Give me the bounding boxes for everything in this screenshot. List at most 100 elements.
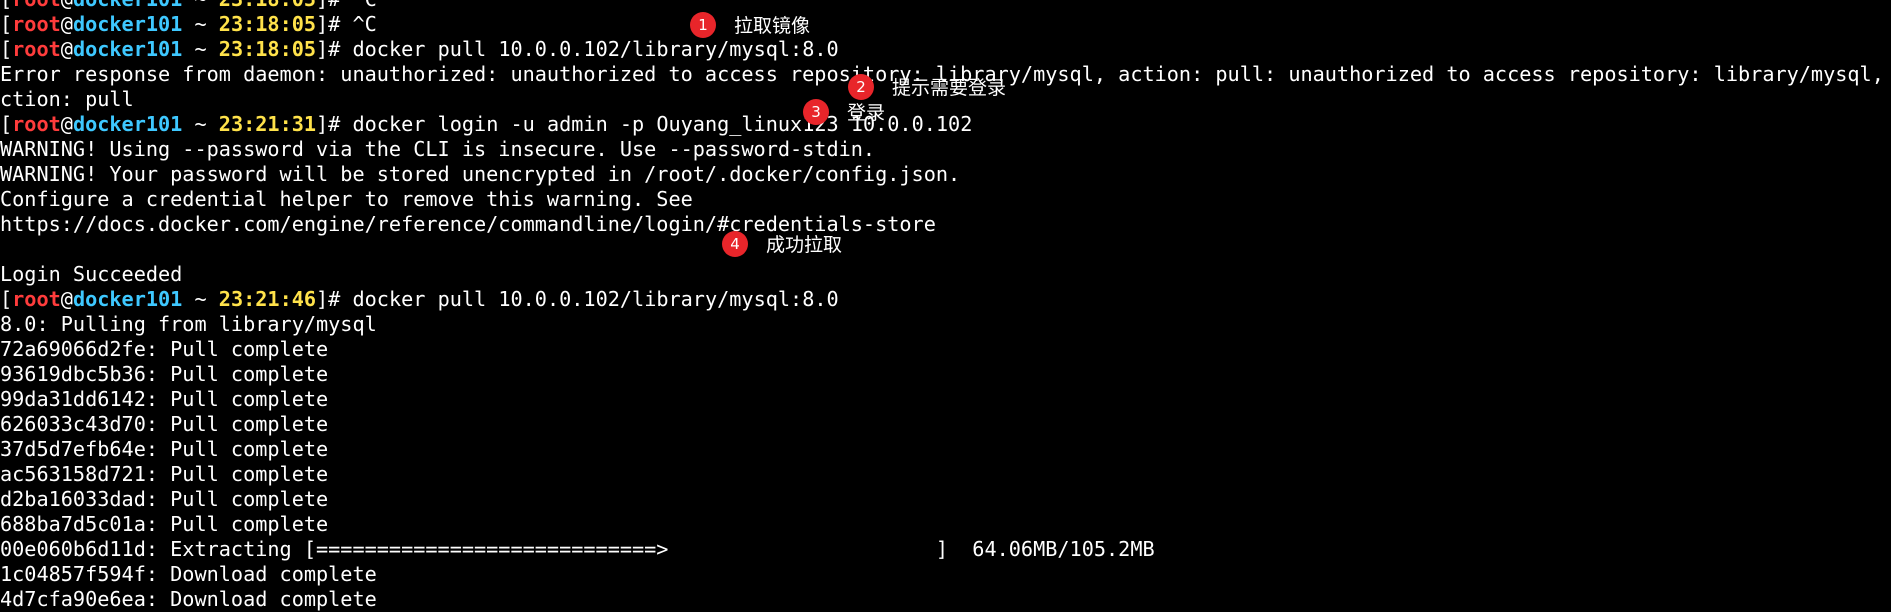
prompt-at: @	[60, 37, 73, 61]
output-line: 00e060b6d11d: Extracting [==============…	[0, 537, 1891, 562]
output-text: 626033c43d70: Pull complete	[0, 412, 329, 436]
prompt-at: @	[60, 287, 73, 311]
prompt-symbol: ]#	[316, 0, 352, 11]
prompt-host: docker101	[72, 12, 183, 36]
annotation-label: 登录	[847, 102, 886, 124]
prompt-bracket: [	[0, 12, 13, 36]
command-text: docker pull 10.0.0.102/library/mysql:8.0	[352, 287, 839, 311]
prompt-bracket: [	[0, 37, 13, 61]
output-text: 93619dbc5b36: Pull complete	[0, 362, 329, 386]
annotation-2: 2 提示需要登录	[848, 73, 1006, 100]
output-text: 1c04857f594f: Download complete	[0, 562, 377, 586]
prompt-host: docker101	[72, 112, 183, 136]
prompt-line: [root@docker101 ~ 23:18:05]# docker pull…	[0, 37, 1891, 62]
annotation-number-badge: 3	[803, 98, 829, 125]
output-line: WARNING! Using --password via the CLI is…	[0, 137, 1891, 162]
annotation-4: 4 成功拉取	[722, 230, 842, 257]
prompt-bracket: [	[0, 0, 12, 11]
prompt-user: root	[12, 112, 61, 136]
prompt-path: ~	[194, 0, 206, 11]
output-line: 4d7cfa90e6ea: Download complete	[0, 587, 1891, 612]
annotation-label: 提示需要登录	[892, 77, 1007, 99]
output-text: 4d7cfa90e6ea: Download complete	[0, 587, 377, 611]
command-text: docker pull 10.0.0.102/library/mysql:8.0	[352, 37, 839, 61]
prompt-time: 23:21:46	[218, 287, 317, 311]
command-text: ^C	[353, 0, 377, 11]
prompt-symbol: ]#	[316, 37, 353, 61]
annotation-3: 3 登录	[803, 98, 885, 125]
prompt-time: 23:21:31	[218, 112, 317, 136]
output-line: 93619dbc5b36: Pull complete	[0, 362, 1891, 387]
prompt-path: ~	[194, 37, 207, 61]
output-text: Login Succeeded	[0, 262, 183, 286]
prompt-time: 23:18:05	[218, 37, 317, 61]
prompt-line: [root@docker101 ~ 23:18:05]# ^C	[0, 0, 1891, 12]
output-line: Configure a credential helper to remove …	[0, 187, 1891, 212]
prompt-path: ~	[194, 287, 207, 311]
annotation-1: 1 拉取镜像	[690, 11, 810, 38]
prompt-at: @	[61, 0, 73, 11]
prompt-symbol: ]#	[316, 112, 353, 136]
prompt-user: root	[12, 37, 61, 61]
output-text: 8.0: Pulling from library/mysql	[0, 312, 377, 336]
prompt-symbol: ]#	[316, 12, 353, 36]
output-line: 8.0: Pulling from library/mysql	[0, 312, 1891, 337]
prompt-path: ~	[194, 112, 207, 136]
prompt-user: root	[12, 287, 61, 311]
prompt-line: [root@docker101 ~ 23:21:31]# docker logi…	[0, 112, 1891, 137]
output-text: ction: pull	[0, 87, 134, 111]
output-text: 00e060b6d11d: Extracting [==============…	[0, 537, 1155, 561]
output-line: WARNING! Your password will be stored un…	[0, 162, 1891, 187]
output-line: 626033c43d70: Pull complete	[0, 412, 1891, 437]
prompt-at: @	[60, 112, 73, 136]
prompt-symbol: ]#	[316, 287, 353, 311]
prompt-time: 23:18:05	[219, 0, 316, 11]
prompt-bracket: [	[0, 112, 13, 136]
output-text: 37d5d7efb64e: Pull complete	[0, 437, 329, 461]
prompt-user: root	[12, 0, 61, 11]
output-line: 688ba7d5c01a: Pull complete	[0, 512, 1891, 537]
output-text: Configure a credential helper to remove …	[0, 187, 693, 211]
prompt-at: @	[60, 12, 73, 36]
annotation-label: 成功拉取	[766, 234, 843, 256]
prompt-time: 23:18:05	[218, 12, 317, 36]
prompt-line: [root@docker101 ~ 23:18:05]# ^C	[0, 12, 1891, 37]
annotation-number-badge: 2	[848, 73, 874, 100]
prompt-host: docker101	[72, 37, 183, 61]
output-text: WARNING! Using --password via the CLI is…	[0, 137, 876, 161]
output-text: 688ba7d5c01a: Pull complete	[0, 512, 329, 536]
output-line: Login Succeeded	[0, 262, 1891, 287]
output-line: 1c04857f594f: Download complete	[0, 562, 1891, 587]
prompt-user: root	[12, 12, 61, 36]
output-line: 72a69066d2fe: Pull complete	[0, 337, 1891, 362]
annotation-label: 拉取镜像	[734, 15, 811, 37]
command-text: ^C	[352, 12, 377, 36]
prompt-bracket: [	[0, 287, 13, 311]
prompt-path: ~	[194, 12, 207, 36]
output-line: 37d5d7efb64e: Pull complete	[0, 437, 1891, 462]
output-line: https://docs.docker.com/engine/reference…	[0, 212, 1891, 237]
output-line: ac563158d721: Pull complete	[0, 462, 1891, 487]
output-text: ac563158d721: Pull complete	[0, 462, 329, 486]
output-text: 72a69066d2fe: Pull complete	[0, 337, 329, 361]
prompt-line: [root@docker101 ~ 23:21:46]# docker pull…	[0, 287, 1891, 312]
output-text: WARNING! Your password will be stored un…	[0, 162, 961, 186]
output-text: 99da31dd6142: Pull complete	[0, 387, 329, 411]
prompt-host: docker101	[73, 0, 182, 11]
output-line: 99da31dd6142: Pull complete	[0, 387, 1891, 412]
prompt-host: docker101	[72, 287, 183, 311]
annotation-number-badge: 4	[722, 230, 748, 257]
annotation-number-badge: 1	[690, 11, 716, 38]
output-text: d2ba16033dad: Pull complete	[0, 487, 329, 511]
